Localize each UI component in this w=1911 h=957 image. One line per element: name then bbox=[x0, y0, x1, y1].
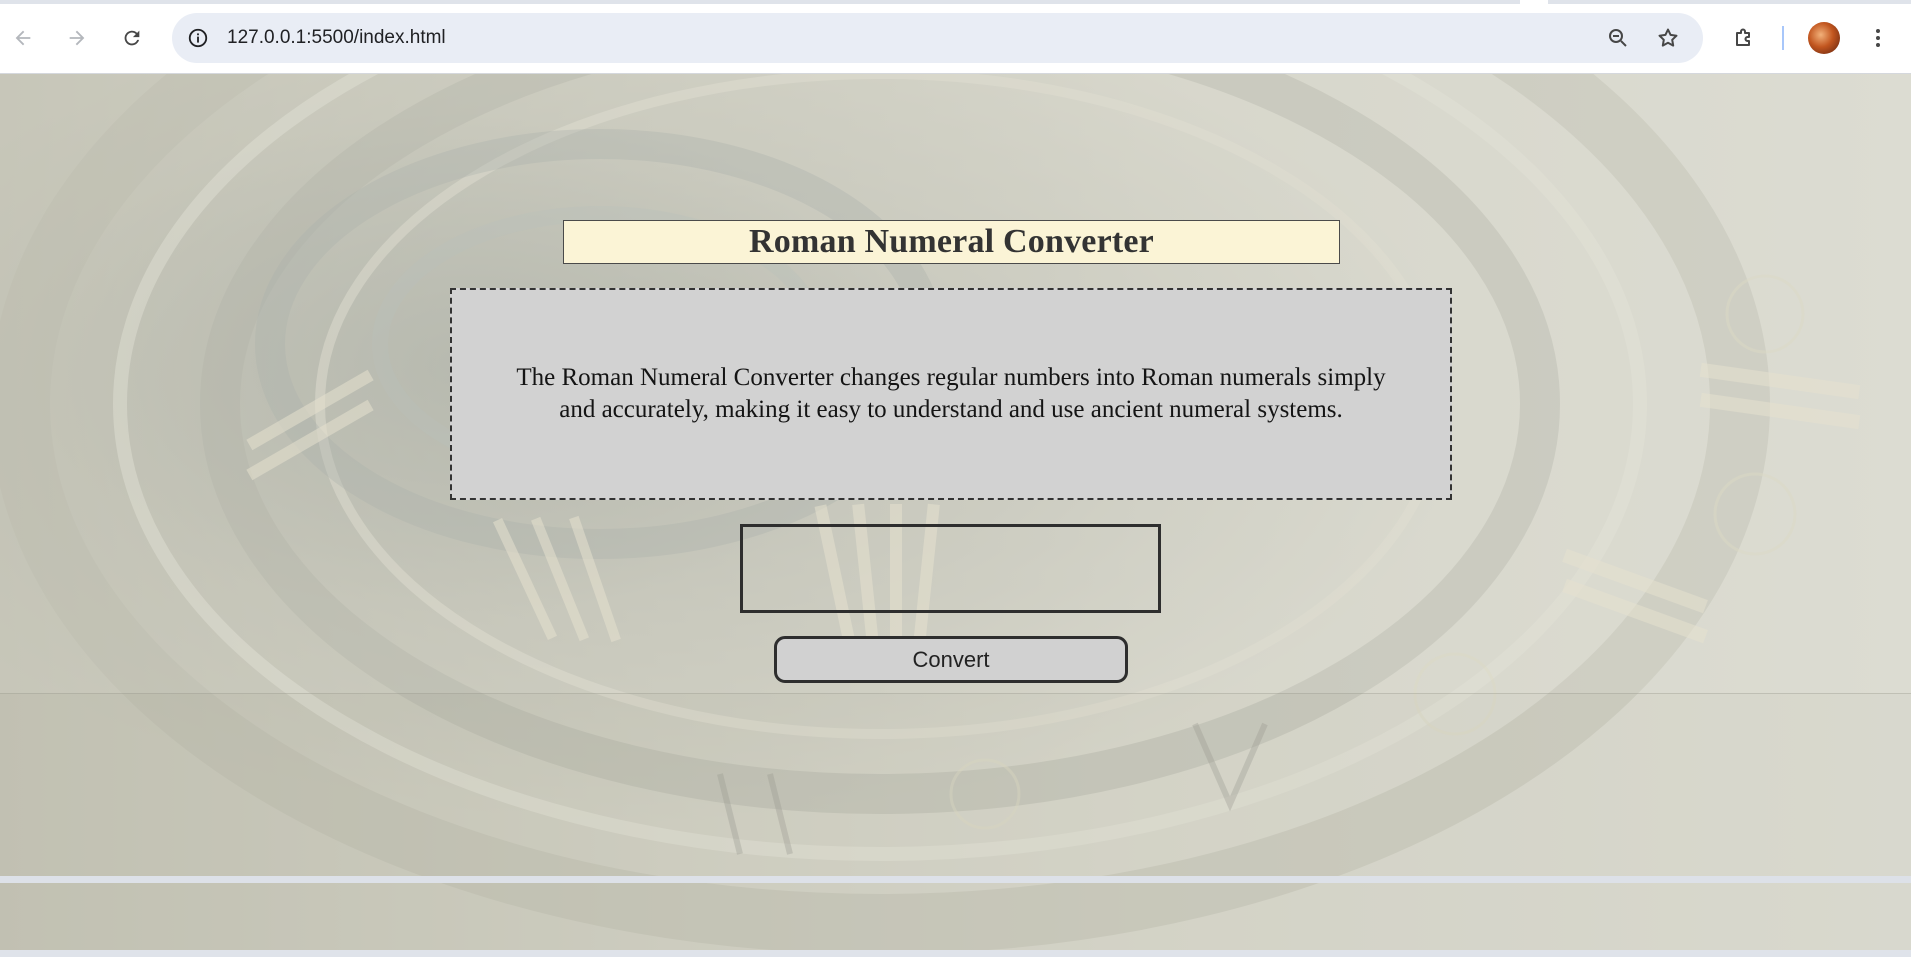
url-text[interactable]: 127.0.0.1:5500/index.html bbox=[227, 13, 446, 63]
info-icon bbox=[188, 28, 208, 48]
convert-button[interactable]: Convert bbox=[774, 636, 1128, 683]
back-button[interactable] bbox=[6, 21, 40, 55]
title-banner: Roman Numeral Converter bbox=[563, 220, 1340, 264]
profile-avatar[interactable] bbox=[1808, 22, 1840, 54]
star-icon bbox=[1658, 28, 1678, 47]
extensions-button[interactable] bbox=[1727, 21, 1761, 55]
arrow-left-icon bbox=[15, 30, 31, 46]
window-bottom-edge bbox=[0, 876, 1911, 883]
address-bar[interactable]: 127.0.0.1:5500/index.html bbox=[172, 13, 1703, 63]
zoom-icon bbox=[1609, 29, 1627, 47]
page-title: Roman Numeral Converter bbox=[749, 223, 1154, 260]
forward-button[interactable] bbox=[60, 21, 94, 55]
zoom-button[interactable] bbox=[1602, 22, 1634, 54]
reload-icon bbox=[124, 30, 140, 46]
tab-strip bbox=[0, 0, 1520, 4]
page-viewport: Roman Numeral Converter The Roman Numera… bbox=[0, 74, 1911, 950]
description-panel: The Roman Numeral Converter changes regu… bbox=[450, 288, 1452, 500]
number-input[interactable] bbox=[740, 524, 1161, 613]
site-info-button[interactable] bbox=[182, 22, 214, 54]
toolbar-separator bbox=[1782, 26, 1784, 50]
kebab-icon bbox=[1876, 29, 1880, 47]
browser-toolbar: 127.0.0.1:5500/index.html bbox=[0, 0, 1911, 74]
browser-menu-button[interactable] bbox=[1861, 21, 1895, 55]
description-text: The Roman Numeral Converter changes regu… bbox=[516, 364, 1386, 423]
arrow-right-icon bbox=[69, 30, 85, 46]
bookmark-button[interactable] bbox=[1652, 22, 1684, 54]
reload-button[interactable] bbox=[115, 21, 149, 55]
puzzle-icon bbox=[1736, 28, 1750, 46]
tab-strip-right bbox=[1548, 0, 1911, 4]
